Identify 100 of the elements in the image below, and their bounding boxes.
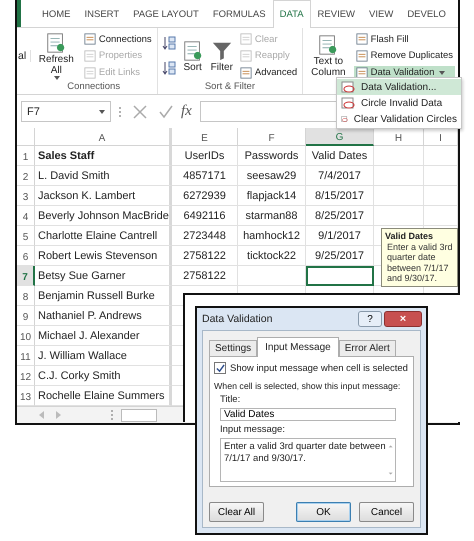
menu-item[interactable]: Clear Validation Circles: [337, 111, 461, 127]
field-label: Title:: [220, 394, 242, 405]
table-cell: 2758122: [172, 266, 238, 286]
table-cell: ticktock22: [238, 246, 306, 266]
check-icon: [216, 364, 224, 372]
ribbon-tab[interactable]: HOME: [35, 0, 78, 27]
table-cell: Passwords: [238, 146, 306, 166]
name-box[interactable]: F7: [21, 101, 111, 122]
ribbon-tab[interactable]: FORMULAS: [206, 0, 273, 27]
table-cell: 9/1/2017: [306, 226, 374, 246]
group-label: Connections: [66, 81, 122, 94]
dialog-tab[interactable]: Input Message: [257, 337, 339, 357]
ribbon-button[interactable]: Connections: [82, 32, 154, 46]
empty-cell: [424, 186, 458, 206]
ribbon-tab[interactable]: DATA: [272, 0, 311, 28]
table-cell: hamhock12: [238, 226, 306, 246]
empty-cell: [374, 166, 424, 186]
dialog-button[interactable]: Cancel: [359, 502, 414, 522]
table-cell: 8/15/2017: [306, 186, 374, 206]
ribbon-tab[interactable]: PAGE LAYOUT: [126, 0, 206, 27]
dialog-button[interactable]: OK: [296, 502, 351, 522]
table-cell: 2723448: [172, 226, 238, 246]
table-cell: Benjamin Russell Burke: [35, 286, 172, 306]
sort-icon: [162, 34, 176, 50]
table-cell: 7/4/2017: [306, 166, 374, 186]
title-field[interactable]: Valid Dates: [220, 408, 396, 421]
empty-cell: [424, 146, 458, 166]
row-header[interactable]: 3: [17, 186, 35, 206]
ribbon-tab[interactable]: INSERT: [78, 0, 126, 27]
cancel-icon[interactable]: [133, 104, 147, 118]
menu-item[interactable]: Data Validation...: [337, 79, 461, 95]
dialog-tab[interactable]: Error Alert: [338, 340, 396, 356]
row-header[interactable]: 4: [17, 206, 35, 226]
column-header[interactable]: E: [172, 128, 238, 146]
ribbon-tab[interactable]: DEVELO: [400, 0, 453, 27]
table-cell: 8/25/2017: [306, 206, 374, 226]
ribbon-button[interactable]: Filter: [208, 38, 235, 74]
ribbon-button[interactable]: Sort: [180, 38, 206, 74]
sort-button[interactable]: [160, 60, 177, 78]
tooltip-text: Enter a valid 3rd quarter date between 7/1/17 and 9/30/17.: [386, 242, 454, 284]
close-button[interactable]: ×: [384, 311, 422, 327]
ribbon-tab[interactable]: VIEW: [362, 0, 400, 27]
table-cell: seesaw29: [238, 166, 306, 186]
empty-cell: [374, 186, 424, 206]
ribbon-tab[interactable]: REVIEW: [310, 0, 362, 27]
ribbon-button[interactable]: Flash Fill: [354, 32, 455, 46]
dialog-title: Data Validation: [202, 313, 274, 325]
table-cell: Michael J. Alexander: [35, 326, 172, 346]
caret-icon: [99, 110, 105, 114]
dialog-button[interactable]: Clear All: [209, 502, 264, 522]
row-header[interactable]: 11: [17, 346, 35, 366]
sort-icon: [162, 60, 176, 76]
table-cell: 6272939: [172, 186, 238, 206]
insert-function-button[interactable]: fx: [181, 103, 192, 120]
select-all-corner[interactable]: [17, 128, 35, 146]
table-cell: C.J. Corky Smith: [35, 366, 172, 386]
dialog-tab[interactable]: Settings: [209, 340, 258, 356]
table-cell: 4857171: [172, 166, 238, 186]
help-button[interactable]: ?: [358, 311, 382, 327]
table-cell: Robert Lewis Stevenson: [35, 246, 172, 266]
checkbox-label[interactable]: Show input message when cell is selected: [230, 362, 408, 374]
table-cell: Betsy Sue Garner: [35, 266, 172, 286]
ribbon-button[interactable]: Text to Column: [306, 33, 351, 79]
group-label: Sort & Filter: [204, 81, 256, 94]
table-cell: J. William Wallace: [35, 346, 172, 366]
row-header[interactable]: 9: [17, 306, 35, 326]
table-cell: Nathaniel P. Andrews: [35, 306, 172, 326]
row-header[interactable]: 12: [17, 366, 35, 386]
row-header[interactable]: 7: [17, 266, 35, 286]
row-header[interactable]: 5: [17, 226, 35, 246]
check-icon[interactable]: [159, 104, 173, 118]
table-cell: Jackson K. Lambert: [35, 186, 172, 206]
tooltip-title: Valid Dates: [385, 231, 434, 242]
table-cell: 6492116: [172, 206, 238, 226]
table-cell: 9/25/2017: [306, 246, 374, 266]
row-header[interactable]: 8: [17, 286, 35, 306]
ribbon-button[interactable]: Advanced: [238, 66, 300, 80]
table-cell: Valid Dates: [306, 146, 374, 166]
message-field[interactable]: Enter a valid 3rd quarter date between 7/1/17 and 9/30/17.: [220, 438, 396, 482]
instruction-text: When cell is selected, show this input message:: [214, 381, 402, 391]
ribbon-button[interactable]: Remove Duplicates: [354, 48, 455, 63]
previous-sheet-icon[interactable]: [39, 411, 44, 419]
column-header[interactable]: A: [35, 128, 172, 146]
empty-cell: [374, 146, 424, 166]
ribbon-button[interactable]: Refresh All: [34, 31, 79, 81]
row-header[interactable]: 10: [17, 326, 35, 346]
empty-cell: [424, 206, 458, 226]
ribbon-button-label[interactable]: al: [17, 50, 31, 62]
next-sheet-icon[interactable]: [56, 411, 61, 419]
table-cell: starman88: [238, 206, 306, 226]
horizontal-scrollbar[interactable]: [121, 408, 157, 422]
sort-button[interactable]: [160, 34, 177, 52]
checkbox[interactable]: [214, 362, 226, 374]
column-header[interactable]: G: [306, 128, 374, 146]
menu-item[interactable]: Circle Invalid Data: [337, 95, 461, 111]
field-label: Input message:: [220, 424, 286, 435]
row-header[interactable]: 1: [17, 146, 35, 166]
table-cell: Sales Staff: [35, 146, 172, 166]
table-cell: 2758122: [172, 246, 238, 266]
row-header[interactable]: 2: [17, 166, 35, 186]
